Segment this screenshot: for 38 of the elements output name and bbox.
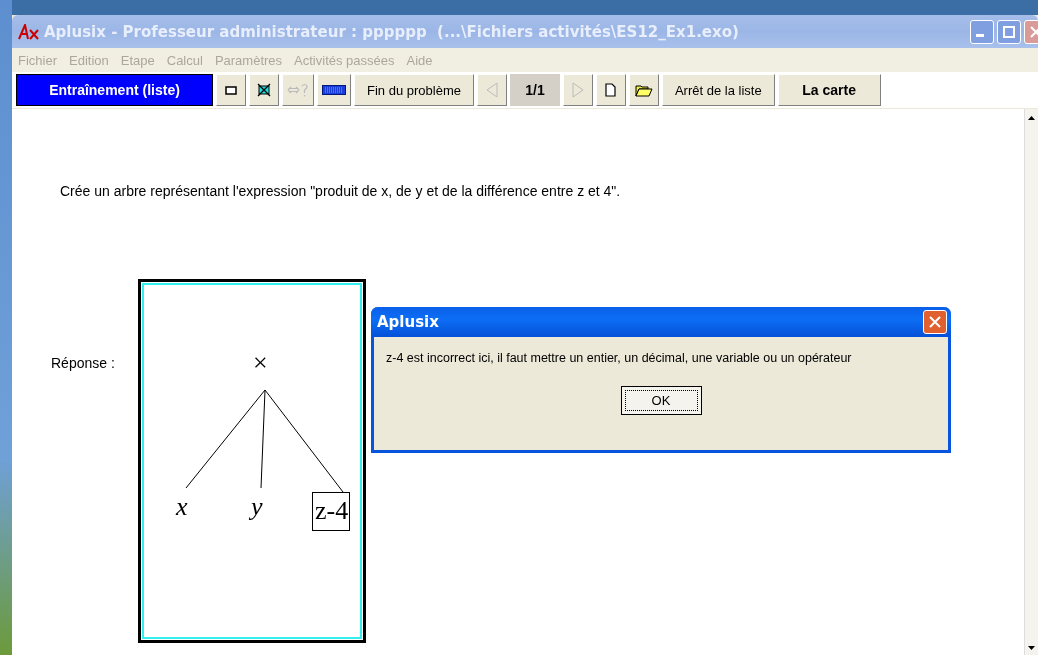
tree-leaf-node[interactable]: z-4 <box>312 492 351 531</box>
ok-button[interactable]: OK <box>620 386 702 415</box>
answer-label: Réponse : <box>51 355 115 371</box>
dialog-title: Aplusix <box>377 313 439 331</box>
left-triangle-icon <box>485 82 498 98</box>
problem-counter: 1/1 <box>509 74 560 106</box>
open-folder-button[interactable] <box>628 74 659 106</box>
vertical-scrollbar[interactable] <box>1024 109 1038 655</box>
tree-editor[interactable]: × x y z-4 <box>138 279 366 643</box>
close-icon <box>1030 25 1038 38</box>
folder-icon <box>634 83 653 97</box>
close-icon <box>929 316 941 328</box>
minimize-icon <box>976 34 984 37</box>
finish-problem-button[interactable]: Fin du problème <box>354 74 474 106</box>
app-logo-icon <box>18 23 40 40</box>
minimize-button[interactable] <box>970 19 994 44</box>
window-title: Aplusix - Professeur administrateur : pppppp (...\Fichiers activités\ES12_Ex1.exo) <box>44 22 740 41</box>
question-text: Crée un arbre représentant l'expression "produit de x, de y et de la différence entre z et 4". <box>60 183 621 199</box>
crossed-box-icon <box>257 83 271 97</box>
equivalence-icon <box>287 82 309 98</box>
right-triangle-icon <box>571 82 584 98</box>
tree-leaf-node[interactable]: x <box>176 494 188 520</box>
mode-button[interactable]: Entraînement (liste) <box>16 74 213 106</box>
stop-list-button[interactable]: Arrêt de la liste <box>661 74 775 106</box>
maximize-button[interactable] <box>997 19 1021 44</box>
keyboard-icon <box>322 85 346 95</box>
keyboard-tool-button[interactable] <box>317 74 351 106</box>
new-document-button[interactable] <box>595 74 626 106</box>
crossed-box-tool-button[interactable] <box>249 74 279 106</box>
tree-leaf-node[interactable]: y <box>251 494 263 520</box>
close-button[interactable] <box>923 310 947 334</box>
dialog-message: z-4 est incorrect ici, il faut mettre un entier, un décimal, une variable ou un opérateur <box>386 351 852 365</box>
rectangle-icon <box>225 85 237 95</box>
map-button[interactable]: La carte <box>777 74 881 106</box>
document-icon <box>605 83 617 97</box>
tree-root-node[interactable]: × <box>253 350 268 376</box>
rectangle-tool-button[interactable] <box>216 74 246 106</box>
maximize-icon <box>1003 25 1015 38</box>
